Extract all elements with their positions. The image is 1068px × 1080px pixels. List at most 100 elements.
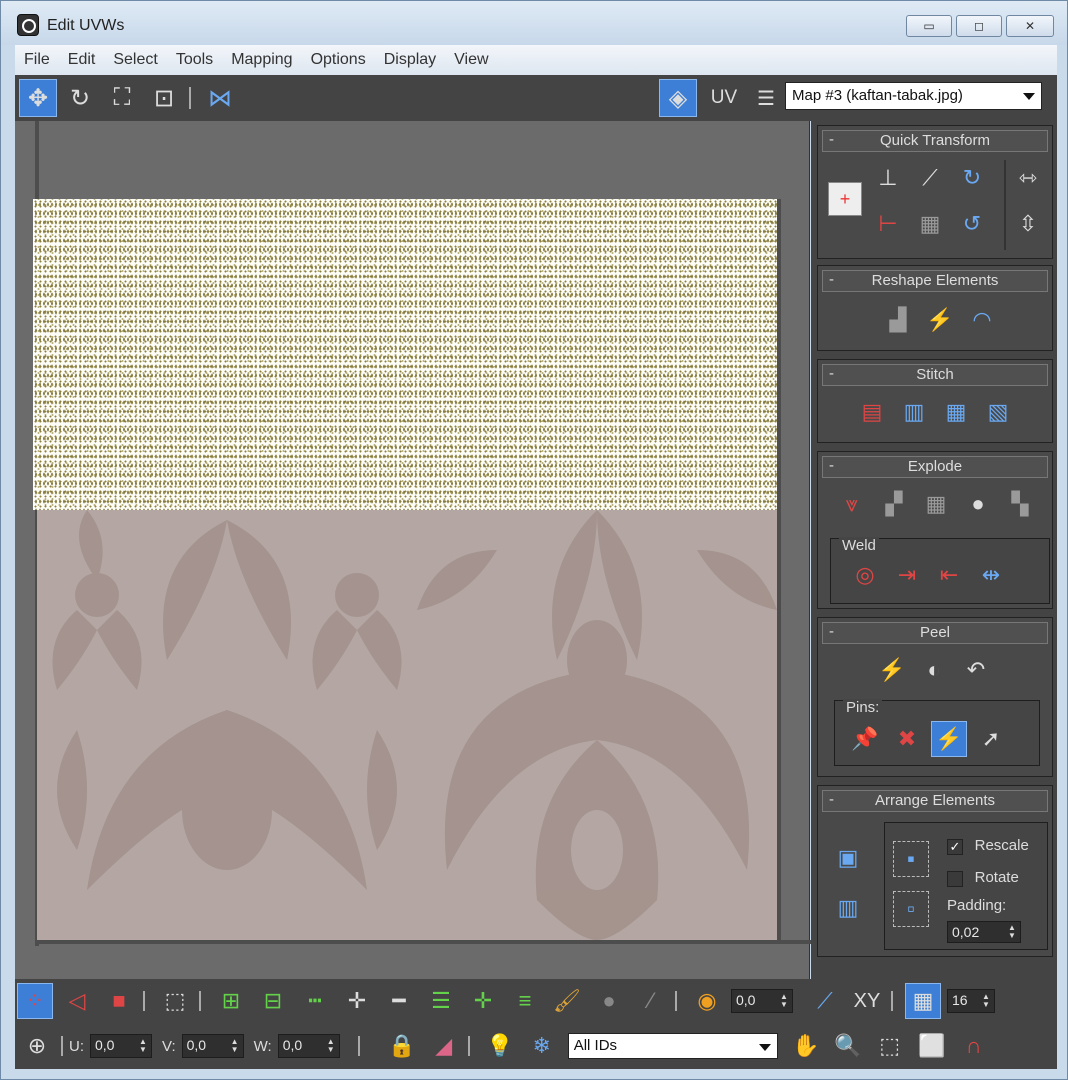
snap-magnet-icon[interactable]: ∩ [956,1028,992,1064]
move-tool-icon[interactable]: ✥ [19,79,57,117]
lock-icon[interactable]: 🔒 [384,1028,420,1064]
ring-icon[interactable]: ✛ [465,983,501,1019]
rotate-checkbox[interactable] [947,870,963,887]
padding-spinner[interactable]: 0,02 ▲ ▼ [947,921,1021,943]
spinner-arrows-icon[interactable]: ▲ ▼ [229,1038,241,1054]
mirror-tool-icon[interactable]: ⋈ [201,79,239,117]
map-select[interactable]: Map #3 (kaftan-tabak.jpg) [785,82,1042,110]
soft-selection-icon[interactable]: ◉ [689,983,725,1019]
space-horizontal-icon[interactable]: ⇿ [1010,160,1046,196]
element-mode-icon[interactable]: ⬚ [157,983,193,1019]
select-pins-icon[interactable]: ➚ [973,721,1009,757]
relax-settings-icon[interactable]: ◠ [964,302,1000,338]
paint-grow-icon[interactable]: ● [591,983,627,1019]
straighten-icon[interactable]: ▦ [912,206,948,242]
weld-threshold-icon[interactable]: ⇤ [931,557,967,593]
w-spinner[interactable]: 0,0 ▲ ▼ [277,1034,340,1058]
explode-flatten-icon[interactable]: ▚ [1002,486,1038,522]
shrink-selection-icon[interactable]: ⊟ [255,983,291,1019]
menu-mapping[interactable]: Mapping [222,51,301,69]
paint-select-icon[interactable]: 🖌 [549,983,585,1019]
rotate-90-ccw-icon[interactable]: ↺ [954,206,990,242]
break-icon[interactable]: ⩔ [834,486,870,522]
minimize-button[interactable]: ▭ [906,15,952,37]
checker-map-icon[interactable]: ◈ [659,79,697,117]
pack-custom-icon[interactable]: ▪ [893,841,929,877]
menu-edit[interactable]: Edit [59,51,105,69]
loop-icon[interactable]: ✛ [339,983,375,1019]
menu-options[interactable]: Options [302,51,375,69]
rollout-header-explode[interactable]: - Explode [822,456,1048,478]
peel-mode-icon[interactable]: ◐ [916,652,952,688]
vertex-mode-icon[interactable]: ⁘ [17,983,53,1019]
zoom-region-icon[interactable]: ⬚ [872,1028,908,1064]
straighten-selection-icon[interactable]: ▟ [880,302,916,338]
rotate-option[interactable]: Rotate [947,869,1019,887]
rollout-header-stitch[interactable]: - Stitch [822,364,1048,386]
rollout-header-arrange-elements[interactable]: - Arrange Elements [822,790,1048,812]
freeze-icon[interactable]: ❄ [524,1028,560,1064]
menu-file[interactable]: File [15,51,59,69]
falloff-space-button[interactable]: XY [849,983,885,1019]
weld-selected-icon[interactable]: ⇥ [889,557,925,593]
uv-viewport[interactable] [15,121,815,979]
texture-list-icon[interactable]: ☰ [747,79,785,117]
reset-peel-icon[interactable]: ↶ [958,652,994,688]
grow-selection-icon[interactable]: ⊞ [213,983,249,1019]
unpin-icon[interactable]: ✖ [889,721,925,757]
zoom-extents-icon[interactable]: ⬜ [914,1028,950,1064]
rotate-90-cw-icon[interactable]: ↻ [954,160,990,196]
grid-snap-icon[interactable]: ▦ [905,983,941,1019]
rescale-option[interactable]: ✓ Rescale [947,837,1029,855]
menu-display[interactable]: Display [375,51,445,69]
align-horizontal-icon[interactable]: ⊢ [870,206,906,242]
freeform-tool-icon[interactable]: ⊡ [145,79,183,117]
falloff-line-icon[interactable]: ⟋ [807,983,843,1019]
relax-icon[interactable]: ⚡ [922,302,958,338]
bulb-icon[interactable]: 💡 [482,1028,518,1064]
spinner-arrows-icon[interactable]: ▲ ▼ [1006,924,1018,940]
stitch-settings-icon[interactable]: ▧ [980,394,1016,430]
rollout-header-peel[interactable]: - Peel [822,622,1048,644]
uv-mode-button[interactable]: UV [705,79,743,117]
rotate-tool-icon[interactable]: ↻ [61,79,99,117]
quick-peel-icon[interactable]: ⚡ [874,652,910,688]
grid-spinner[interactable]: 16 ▲ ▼ [947,989,995,1013]
rescale-checkbox[interactable]: ✓ [947,838,963,855]
loop-grow-icon[interactable]: ┅ [297,983,333,1019]
stitch-to-source-icon[interactable]: ▦ [938,394,974,430]
rollout-header-reshape-elements[interactable]: - Reshape Elements [822,270,1048,292]
maximize-button[interactable]: ◻ [956,15,1002,37]
paint-shrink-icon[interactable]: ⁄ [633,983,669,1019]
u-spinner[interactable]: 0,0 ▲ ▼ [90,1034,152,1058]
pack-normalize-icon[interactable]: ▣ [830,840,866,876]
spinner-arrows-icon[interactable]: ▲ ▼ [325,1038,337,1054]
space-vertical-icon[interactable]: ⇳ [1010,206,1046,242]
stitch-to-target-icon[interactable]: ▤ [854,394,890,430]
stitch-average-icon[interactable]: ▥ [896,394,932,430]
weld-target-icon[interactable]: ◎ [847,557,883,593]
weld-settings-icon[interactable]: ⇹ [973,557,1009,593]
spinner-arrows-icon[interactable]: ▲ ▼ [137,1038,149,1054]
edge-mode-icon[interactable]: ◁ [59,983,95,1019]
explode-sphere-icon[interactable]: ● [960,486,996,522]
spinner-arrows-icon[interactable]: ▲ ▼ [980,993,992,1009]
spinner-arrows-icon[interactable]: ▲ ▼ [778,993,790,1009]
ring-shrink-icon[interactable]: ≡ [507,983,543,1019]
align-linear-icon[interactable]: ⟋ [912,160,948,196]
pin-icon[interactable]: 📌 [847,721,883,757]
explode-to-smoothing-icon[interactable]: ▞ [876,486,912,522]
explode-to-material-icon[interactable]: ▦ [918,486,954,522]
close-button[interactable]: ✕ [1006,15,1054,37]
face-mode-icon[interactable]: ■ [101,983,137,1019]
auto-pin-icon[interactable]: ⚡ [931,721,967,757]
menu-select[interactable]: Select [104,51,166,69]
align-vertical-icon[interactable]: ⊥ [870,160,906,196]
scale-tool-icon[interactable]: ⛶ [103,79,141,117]
material-ids-select[interactable]: All IDs [567,1033,778,1059]
rollout-header-quick-transform[interactable]: - Quick Transform [822,130,1048,152]
soft-selection-spinner[interactable]: 0,0 ▲ ▼ [731,989,793,1013]
v-spinner[interactable]: 0,0 ▲ ▼ [181,1034,244,1058]
zoom-icon[interactable]: 🔍 [830,1028,866,1064]
pivot-align-icon[interactable]: + [828,182,862,216]
